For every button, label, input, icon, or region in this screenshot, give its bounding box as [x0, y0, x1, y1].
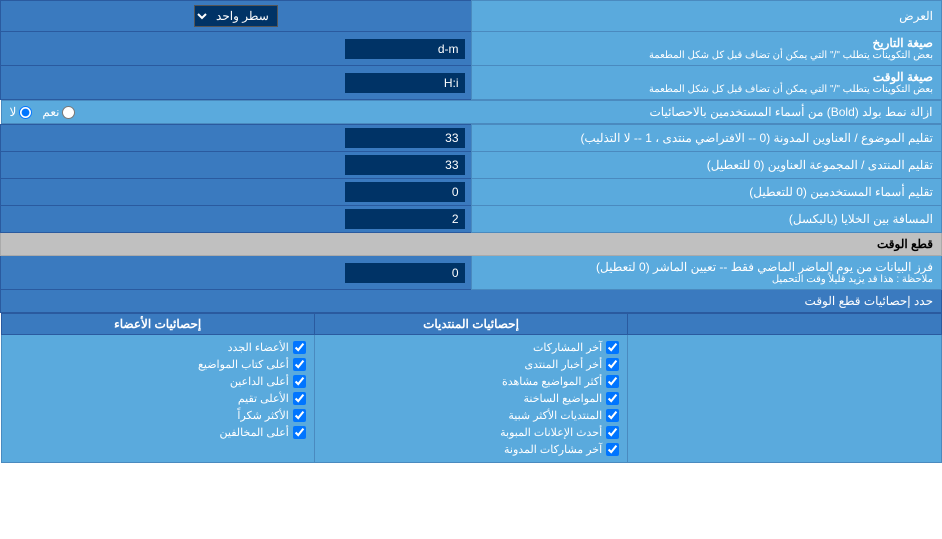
radio-no-label[interactable]: لا — [10, 105, 33, 119]
bold-remove-label: ازالة نمط بولد (Bold) من أسماء المستخدمي… — [650, 105, 933, 119]
cb-most-similar-checkbox[interactable] — [606, 409, 619, 422]
topic-align-cell — [1, 125, 472, 152]
radio-no[interactable] — [19, 106, 32, 119]
stats-title-row: حدد إحصائيات قطع الوقت — [1, 290, 942, 313]
user-align-label: تقليم أسماء المستخدمين (0 للتعطيل) — [471, 179, 942, 206]
col1-header: إحصائيات الأعضاء — [1, 314, 314, 335]
forum-align-input[interactable] — [345, 155, 465, 175]
radio-yes-label[interactable]: نعم — [42, 105, 75, 119]
cb-top-callers: أعلى الداعين — [10, 373, 306, 390]
checkboxes-section: إحصائيات المنتديات إحصائيات الأعضاء آخر … — [1, 313, 942, 464]
user-align-input[interactable] — [345, 182, 465, 202]
forum-align-label: تقليم المنتدى / المجموعة العناوين (0 للت… — [471, 152, 942, 179]
date-format-cell — [1, 32, 472, 66]
cb-last-posts-checkbox[interactable] — [606, 341, 619, 354]
col3-items — [628, 335, 941, 463]
col3-header — [628, 314, 941, 335]
display-select[interactable]: سطر واحد سطران ثلاثة أسطر — [194, 5, 278, 27]
col2-header: إحصائيات المنتديات — [314, 314, 627, 335]
cb-most-similar: المنتديات الأكثر شبية — [323, 407, 619, 424]
display-label: العرض — [471, 1, 942, 32]
cb-top-topic-writers: أعلى كتاب المواضيع — [10, 356, 306, 373]
cb-hot-topics: المواضيع الساخنة — [323, 390, 619, 407]
cb-top-violators-checkbox[interactable] — [293, 426, 306, 439]
cb-top-topic-writers-checkbox[interactable] — [293, 358, 306, 371]
cb-last-blog: آخر مشاركات المدونة — [323, 441, 619, 458]
cb-forum-news: أخر أخبار المنتدى — [323, 356, 619, 373]
cb-forum-news-checkbox[interactable] — [606, 358, 619, 371]
cell-spacing-input[interactable] — [345, 209, 465, 229]
cb-hot-topics-checkbox[interactable] — [606, 392, 619, 405]
cb-last-posts: آخر المشاركات — [323, 339, 619, 356]
cell-spacing-cell — [1, 206, 472, 233]
cb-top-rated: الأعلى تقيم — [10, 390, 306, 407]
topic-align-input[interactable] — [345, 128, 465, 148]
col1-items: الأعضاء الجدد أعلى كتاب المواضيع أعلى ال… — [1, 335, 314, 463]
topic-align-label: تقليم الموضوع / العناوين المدونة (0 -- ا… — [471, 125, 942, 152]
cb-new-members: الأعضاء الجدد — [10, 339, 306, 356]
radio-yes[interactable] — [62, 106, 75, 119]
cutoff-input[interactable] — [345, 263, 465, 283]
cb-last-blog-checkbox[interactable] — [606, 443, 619, 456]
cb-latest-ads-checkbox[interactable] — [606, 426, 619, 439]
cutoff-section-title: قطع الوقت — [1, 233, 942, 256]
radio-options: نعم لا — [10, 105, 76, 119]
date-format-input[interactable] — [345, 39, 465, 59]
user-align-cell — [1, 179, 472, 206]
cb-most-viewed-checkbox[interactable] — [606, 375, 619, 388]
cb-top-callers-checkbox[interactable] — [293, 375, 306, 388]
cutoff-cell — [1, 256, 472, 290]
col2-items: آخر المشاركات أخر أخبار المنتدى أكثر الم… — [314, 335, 627, 463]
display-select-cell: سطر واحد سطران ثلاثة أسطر — [1, 1, 472, 32]
forum-align-cell — [1, 152, 472, 179]
date-format-label: صيغة التاريخ بعض التكوينات يتطلب "/" الت… — [471, 32, 942, 66]
bold-remove-row: ازالة نمط بولد (Bold) من أسماء المستخدمي… — [1, 100, 942, 125]
cb-top-rated-checkbox[interactable] — [293, 392, 306, 405]
time-format-input[interactable] — [345, 73, 465, 93]
time-format-label: صيغة الوقت بعض التكوينات يتطلب "/" التي … — [471, 66, 942, 100]
time-format-cell — [1, 66, 472, 100]
cb-latest-ads: أحدث الإعلانات المبوبة — [323, 424, 619, 441]
cb-top-violators: أعلى المخالفين — [10, 424, 306, 441]
cb-most-viewed: أكثر المواضيع مشاهدة — [323, 373, 619, 390]
cb-new-members-checkbox[interactable] — [293, 341, 306, 354]
cb-most-thanked: الأكثر شكراً — [10, 407, 306, 424]
cell-spacing-label: المسافة بين الخلايا (بالبكسل) — [471, 206, 942, 233]
cutoff-label: فرز البيانات من يوم الماضر الماضي فقط --… — [471, 256, 942, 290]
cb-most-thanked-checkbox[interactable] — [293, 409, 306, 422]
